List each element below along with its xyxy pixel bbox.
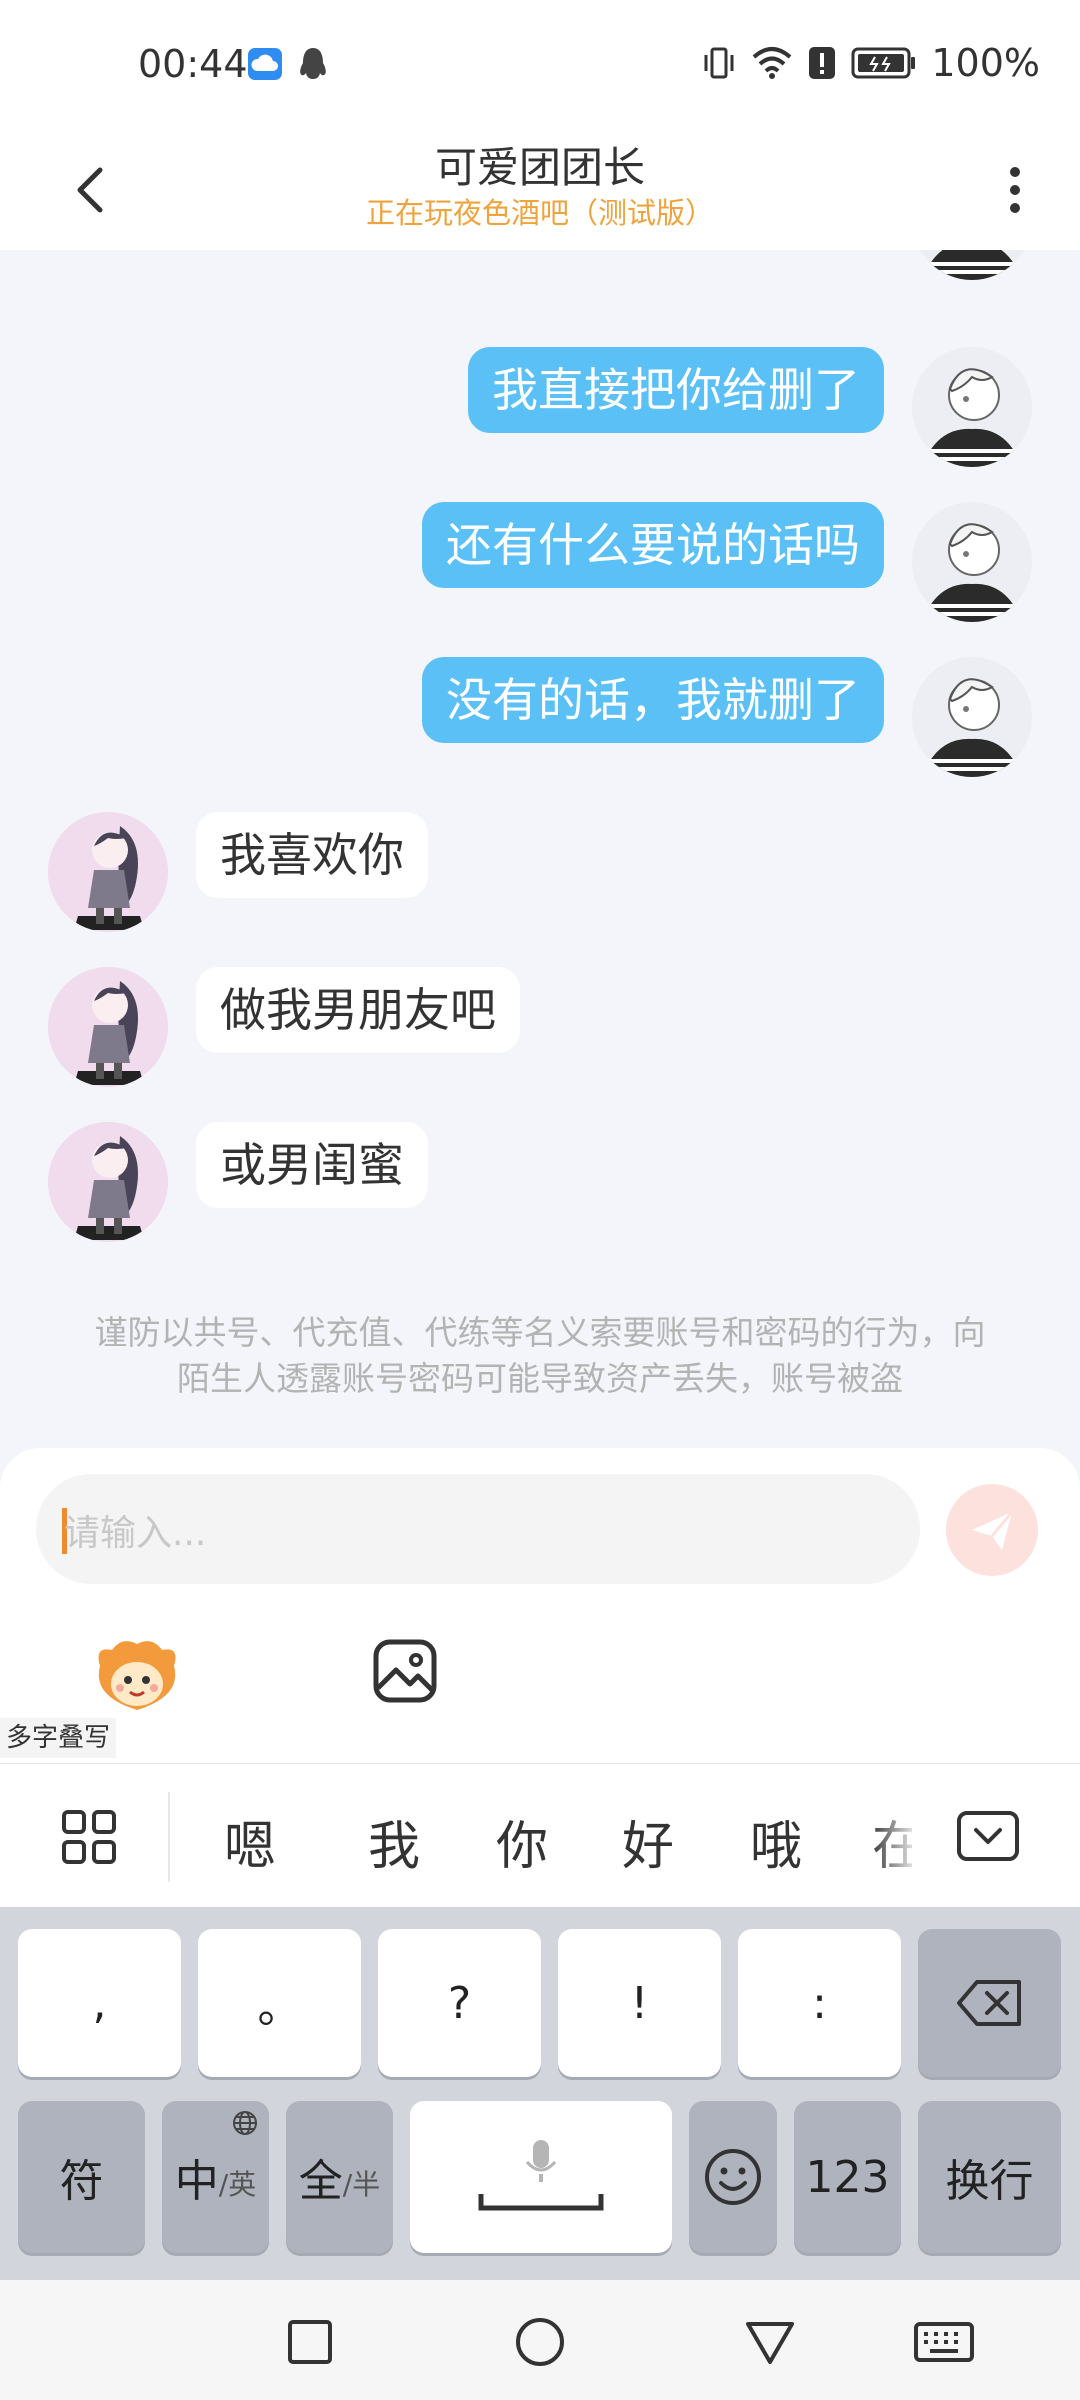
status-bar: 00:44 100% [0,0,1080,130]
outgoing-message-bubble[interactable]: 还有什么要说的话吗 [422,502,884,588]
mascot-icon [98,1641,176,1710]
candidate-word[interactable]: 嗯 [224,1804,276,1879]
message-row-partial [554,250,1032,280]
keyboard-switch-button[interactable] [912,2310,976,2374]
status-icons: 100% [701,40,1040,86]
message-row: 或男闺蜜 [48,1122,428,1242]
backspace-icon [956,1980,1021,2026]
smiley-icon [705,2149,761,2205]
image-picker-button[interactable] [370,1636,440,1706]
triangle-icon [746,2322,794,2364]
sticker-mascot-button[interactable] [92,1636,182,1716]
lang-sub-label: /英 [218,2168,257,2201]
message-list[interactable]: 我直接把你给删了 还有什么要说的话吗 没有的话，我就删了 我喜欢你 做我男朋友吧… [0,250,1080,1450]
back-nav-button[interactable] [738,2310,802,2374]
width-main-label: 全 [298,2156,343,2207]
numbers-key[interactable]: 123 [794,2101,901,2253]
keyboard: , 。 ? ! : 符 中/英 全/半 123 换行 [0,1907,1080,2280]
vibrate-icon [704,47,734,79]
recents-button[interactable] [278,2310,342,2374]
cloud-app-icon [248,48,282,80]
candidate-word[interactable]: 我 [368,1804,420,1879]
incoming-message-bubble[interactable]: 我喜欢你 [196,812,428,898]
square-icon [288,2320,332,2364]
key-question[interactable]: ? [378,1929,541,2077]
my-avatar[interactable] [912,250,1032,280]
battery-icon [851,47,916,79]
wifi-icon [753,47,792,79]
system-nav-bar [0,2280,1080,2400]
language-switch-key[interactable]: 中/英 [162,2101,269,2253]
multi-write-label[interactable]: 多字叠写 [0,1718,117,1758]
outgoing-message-bubble[interactable]: 没有的话，我就删了 [422,657,884,743]
key-colon[interactable]: : [738,1929,901,2077]
candidate-fade [870,1784,920,1884]
status-time: 00:44 [138,42,248,86]
battery-percent: 100% [931,41,1040,85]
key-exclamation[interactable]: ! [558,1929,721,2077]
alert-icon [809,47,836,79]
emoji-key[interactable] [689,2101,777,2253]
key-period[interactable]: 。 [198,1929,361,2077]
key-comma[interactable]: , [18,1929,181,2077]
contact-name: 可爱团团长 [434,143,645,192]
send-button[interactable] [946,1484,1038,1576]
candidate-word[interactable]: 好 [622,1804,674,1879]
width-sub-label: /半 [342,2168,381,2201]
backspace-key[interactable] [918,1929,1061,2077]
circle-icon [516,2318,564,2366]
candidate-word[interactable]: 你 [496,1804,548,1879]
grid-icon [62,1810,116,1864]
qq-penguin-icon [296,46,330,82]
home-button[interactable] [508,2310,572,2374]
input-panel: 请输入... [0,1448,1080,1763]
space-key[interactable] [410,2101,672,2253]
my-avatar[interactable] [912,657,1032,777]
contact-status: 正在玩夜色酒吧（测试版） [365,196,714,230]
more-options-button[interactable] [990,150,1040,230]
keyboard-collapse-icon [957,1811,1019,1861]
message-row: 做我男朋友吧 [48,967,520,1087]
outgoing-message-bubble[interactable]: 我直接把你给删了 [468,347,884,433]
keyboard-icon [914,2322,974,2362]
paper-plane-icon [972,1511,1014,1550]
contact-avatar[interactable] [48,812,168,932]
contact-avatar[interactable] [48,1122,168,1242]
message-input[interactable]: 请输入... [36,1474,920,1584]
security-notice: 谨防以共号、代充值、代练等名义索要账号和密码的行为，向陌生人透露账号密码可能导致… [94,1313,986,1398]
contact-avatar[interactable] [48,967,168,1087]
candidate-bar: 嗯 我 你 好 哦 在 [0,1763,1080,1907]
enter-key[interactable]: 换行 [918,2101,1061,2253]
full-half-width-key[interactable]: 全/半 [286,2101,393,2253]
ime-menu-button[interactable] [60,1810,120,1866]
incoming-message-bubble[interactable]: 或男闺蜜 [196,1122,428,1208]
lang-main-label: 中 [174,2156,219,2207]
incoming-message-bubble[interactable]: 做我男朋友吧 [196,967,520,1053]
chat-header: 可爱团团长 正在玩夜色酒吧（测试版） [0,130,1080,250]
image-icon [373,1639,437,1703]
divider [168,1792,170,1882]
message-row: 我直接把你给删了 [468,347,1032,467]
my-avatar[interactable] [912,502,1032,622]
candidate-word[interactable]: 哦 [750,1804,802,1879]
message-row: 我喜欢你 [48,812,428,932]
my-avatar[interactable] [912,347,1032,467]
more-vertical-icon [1010,167,1020,213]
input-placeholder: 请输入... [64,1513,207,1554]
symbols-key[interactable]: 符 [18,2101,145,2253]
collapse-keyboard-button[interactable] [956,1810,1020,1862]
globe-icon [233,2111,257,2135]
message-row: 还有什么要说的话吗 [422,502,1032,622]
message-row: 没有的话，我就删了 [422,657,1032,777]
microphone-icon [478,2140,604,2211]
